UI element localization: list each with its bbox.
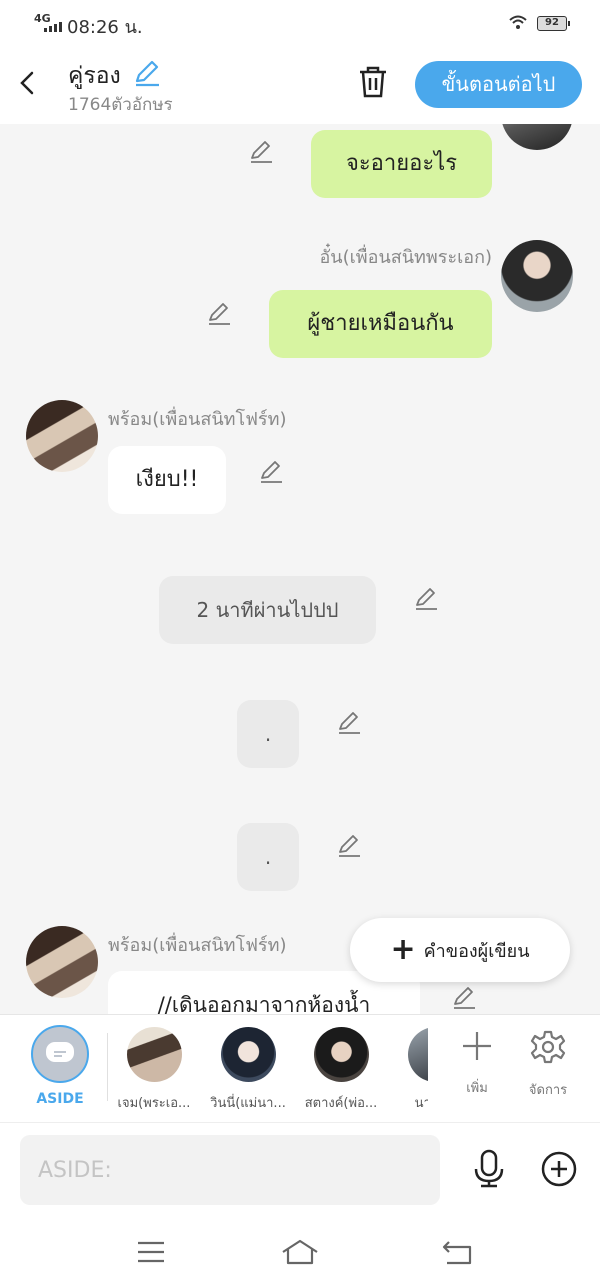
avatar[interactable] — [501, 240, 573, 312]
message-bubble[interactable]: เงียบ!! — [108, 446, 226, 514]
status-bar: 4G 08:26 น. 92 — [0, 0, 600, 46]
character-avatar — [407, 1027, 428, 1082]
avatar[interactable] — [26, 926, 98, 998]
add-character-button[interactable]: เพิ่ม — [447, 1029, 507, 1098]
gear-icon — [530, 1030, 566, 1064]
character-avatar — [220, 1027, 276, 1082]
character-count: 1764ตัวอักษร — [68, 95, 173, 115]
character-label: สตางค์(พ่อ... — [304, 1096, 378, 1111]
avatar[interactable] — [26, 400, 98, 472]
battery-icon: 92 — [537, 16, 570, 31]
character-label: วินนี่(แม่นา... — [210, 1096, 286, 1111]
header: คู่รอง 1764ตัวอักษร ขั้นตอนต่อไป — [0, 46, 600, 124]
add-label: เพิ่ม — [466, 1081, 488, 1096]
character-avatar — [313, 1027, 369, 1082]
avatar[interactable] — [501, 124, 573, 150]
edit-pencil-icon[interactable] — [248, 138, 274, 164]
sender-name: พร้อม(เพื่อนสนิทโฟร์ท) — [108, 409, 287, 430]
message-text: //เดินออกมาจากห้องน้ำ — [157, 993, 371, 1014]
sender-name: อั๋น(เพื่อนสนิทพระเอก) — [319, 247, 492, 268]
manage-label: จัดการ — [528, 1083, 568, 1098]
edit-pencil-icon[interactable] — [336, 709, 362, 735]
narration-bubble[interactable]: . — [237, 823, 299, 891]
plus-circle-icon[interactable] — [541, 1151, 577, 1187]
clock: 08:26 น. — [67, 17, 143, 38]
next-step-button[interactable]: ขั้นตอนต่อไป — [415, 61, 582, 108]
manage-button[interactable]: จัดการ — [518, 1029, 578, 1100]
character-item[interactable]: วินนี่(แม่นา... — [204, 1027, 292, 1113]
home-icon[interactable] — [280, 1238, 320, 1266]
narration-text: . — [264, 845, 272, 869]
edit-pencil-icon[interactable] — [258, 458, 284, 484]
character-list[interactable]: เจม(พระเอ... วินนี่(แม่นา... สตางค์(พ่อ.… — [110, 1015, 428, 1123]
plus-icon: + — [390, 932, 416, 967]
edit-pencil-icon[interactable] — [206, 300, 232, 326]
character-avatar — [126, 1027, 182, 1082]
narration-text: 2 นาทีผ่านไปปป — [196, 598, 339, 622]
message-bubble[interactable]: จะอายอะไร — [311, 130, 492, 198]
message-text: เงียบ!! — [135, 467, 199, 492]
character-item[interactable]: เจม(พระเอ... — [110, 1027, 198, 1113]
edit-pencil-icon[interactable] — [336, 832, 362, 858]
character-label: เจม(พระเอ... — [117, 1096, 191, 1111]
menu-icon[interactable] — [136, 1240, 166, 1264]
narration-text: . — [264, 722, 272, 746]
message-text: ผู้ชายเหมือนกัน — [307, 311, 454, 336]
sender-name: พร้อม(เพื่อนสนิทโฟร์ท) — [108, 935, 287, 956]
author-note-label: คำของผู้เขียน — [423, 940, 530, 962]
aside-label: ASIDE — [36, 1091, 84, 1107]
narration-bubble[interactable]: 2 นาทีผ่านไปปป — [159, 576, 376, 644]
aside-button[interactable]: ASIDE — [30, 1025, 90, 1107]
message-input[interactable] — [20, 1135, 440, 1205]
system-navigation-bar — [0, 1218, 600, 1287]
character-item[interactable]: นายเ... — [391, 1027, 428, 1113]
narration-bubble[interactable]: . — [237, 700, 299, 768]
chat-area[interactable]: จะอายอะไร อั๋น(เพื่อนสนิทพระเอก) ผู้ชายเ… — [0, 124, 600, 1014]
back-arrow-icon[interactable] — [14, 68, 44, 98]
divider — [107, 1033, 108, 1101]
wifi-icon — [509, 15, 527, 29]
message-bubble[interactable]: ผู้ชายเหมือนกัน — [269, 290, 492, 358]
plus-icon — [463, 1032, 491, 1060]
aside-chat-icon — [31, 1025, 89, 1083]
author-note-button[interactable]: + คำของผู้เขียน — [350, 918, 570, 982]
input-bar — [0, 1122, 600, 1218]
signal-icon — [44, 22, 62, 32]
character-label: นายเ... — [414, 1096, 428, 1111]
trash-icon[interactable] — [356, 64, 390, 100]
edit-pencil-icon[interactable] — [413, 585, 439, 611]
back-nav-icon[interactable] — [441, 1238, 473, 1266]
character-item[interactable]: สตางค์(พ่อ... — [297, 1027, 385, 1113]
story-title: คู่รอง — [68, 63, 121, 89]
character-selector: ASIDE เจม(พระเอ... วินนี่(แม่นา... สตางค… — [0, 1014, 600, 1122]
chat-editor-screen: 4G 08:26 น. 92 คู่รอง 1764ตัวอักษร ขั้นต… — [0, 0, 600, 1287]
microphone-icon[interactable] — [470, 1149, 508, 1189]
edit-title-pencil-icon[interactable] — [132, 58, 162, 88]
edit-pencil-icon[interactable] — [451, 984, 477, 1010]
message-text: จะอายอะไร — [345, 151, 458, 176]
